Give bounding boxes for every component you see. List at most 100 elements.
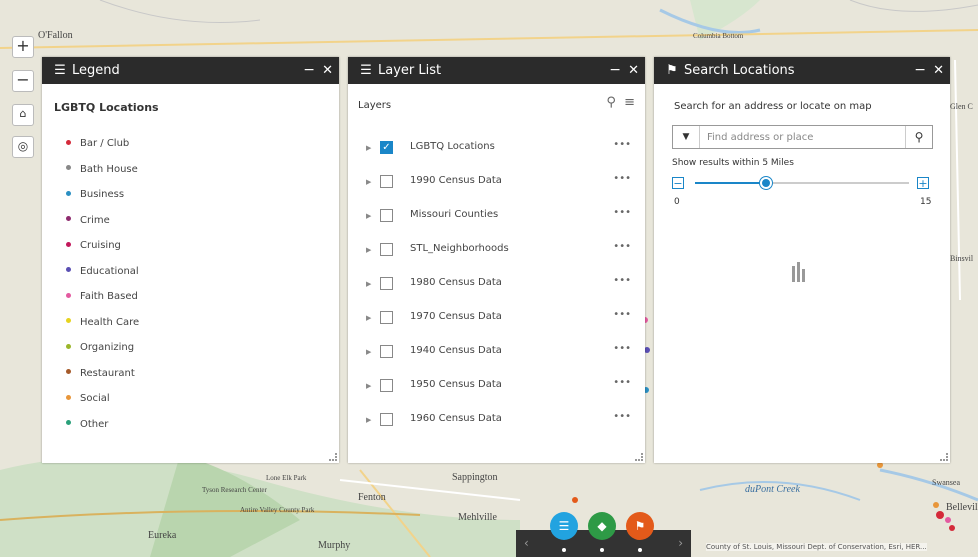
legend-swatch — [66, 165, 71, 170]
layer-row: ▶ Missouri Counties ••• — [348, 201, 645, 235]
legend-item: Organizing — [66, 341, 134, 355]
dock-indicator — [638, 548, 642, 552]
legend-swatch — [66, 241, 71, 247]
resize-handle[interactable] — [940, 453, 948, 461]
expand-icon[interactable]: ▶ — [366, 314, 371, 322]
slider-fill — [695, 182, 767, 184]
layer-row: ▶ 1980 Census Data ••• — [348, 269, 645, 303]
list-icon: ☰ — [558, 519, 570, 533]
slider-max-label: 15 — [920, 197, 932, 207]
layer-visibility-checkbox[interactable] — [380, 175, 393, 188]
search-button[interactable]: ⚲ — [905, 126, 932, 148]
resize-handle[interactable] — [329, 453, 337, 461]
expand-icon[interactable]: ▶ — [366, 280, 371, 288]
layer-visibility-checkbox[interactable] — [380, 277, 393, 290]
map-label: O'Fallon — [38, 30, 73, 41]
layer-options-button[interactable]: ••• — [613, 139, 631, 150]
legend-layer-title: LGBTQ Locations — [54, 101, 159, 114]
legend-panel-header[interactable]: ☰ Legend − ✕ — [42, 57, 339, 84]
location-icon: ⚑ — [666, 63, 678, 78]
resize-handle[interactable] — [635, 453, 643, 461]
layer-visibility-checkbox[interactable] — [380, 379, 393, 392]
layer-row: ▶ 1950 Census Data ••• — [348, 371, 645, 405]
map-label: Swansea — [932, 478, 960, 487]
minimize-button[interactable]: − — [609, 57, 621, 84]
layer-visibility-checkbox[interactable] — [380, 345, 393, 358]
legend-item-label: Business — [80, 189, 125, 200]
layer-visibility-checkbox[interactable] — [380, 243, 393, 256]
layer-options-button[interactable]: ••• — [613, 173, 631, 184]
location-icon: ⚑ — [634, 519, 646, 533]
search-panel-header[interactable]: ⚑ Search Locations − ✕ — [654, 57, 950, 84]
legend-swatch — [66, 318, 71, 323]
legend-item-label: Faith Based — [80, 291, 138, 302]
layer-list-panel-header[interactable]: ☰ Layer List − ✕ — [348, 57, 645, 84]
layer-visibility-checkbox[interactable]: ✓ — [380, 141, 393, 154]
layers-icon: ◆ — [597, 519, 607, 533]
home-button[interactable]: ⌂ — [12, 104, 34, 126]
expand-icon[interactable]: ▶ — [366, 382, 371, 390]
layer-options-button[interactable]: ••• — [613, 207, 631, 218]
map-label: Antire Valley County Park — [240, 506, 315, 514]
source-dropdown[interactable]: ▼ — [673, 126, 700, 148]
layer-visibility-checkbox[interactable] — [380, 413, 393, 426]
legend-item-label: Crime — [80, 214, 110, 226]
expand-icon[interactable]: ▶ — [366, 348, 371, 356]
layer-options-button[interactable]: ••• — [613, 275, 631, 286]
legend-item: Business — [66, 188, 124, 202]
legend-item: Educational — [66, 265, 139, 279]
slider-thumb[interactable] — [760, 177, 773, 189]
distance-increase-button[interactable]: + — [917, 177, 929, 189]
expand-icon[interactable]: ▶ — [366, 144, 371, 152]
search-icon: ⚲ — [914, 130, 924, 144]
zoom-out-button[interactable]: − — [12, 70, 34, 92]
legend-item-label: Restaurant — [80, 367, 135, 379]
minimize-button[interactable]: − — [303, 57, 315, 84]
expand-icon[interactable]: ▶ — [366, 416, 371, 424]
expand-icon[interactable]: ▶ — [366, 212, 371, 220]
dock-prev-button[interactable]: ‹ — [524, 530, 529, 557]
map-label: Tyson Research Center — [202, 486, 267, 494]
layer-visibility-checkbox[interactable] — [380, 311, 393, 324]
close-button[interactable]: ✕ — [628, 57, 639, 84]
loading-icon — [792, 262, 807, 282]
legend-widget-button[interactable]: ☰ — [550, 512, 578, 540]
list-icon: ☰ — [54, 63, 66, 78]
search-icon[interactable]: ⚲ — [606, 95, 616, 110]
legend-swatch — [66, 190, 71, 196]
dock-next-button[interactable]: › — [678, 530, 683, 557]
layer-name: 1950 Census Data — [410, 379, 502, 390]
locate-button[interactable]: ◎ — [12, 136, 34, 158]
expand-icon[interactable]: ▶ — [366, 178, 371, 186]
close-button[interactable]: ✕ — [933, 57, 944, 84]
search-input[interactable] — [707, 128, 887, 146]
layer-name: 1960 Census Data — [410, 413, 502, 424]
legend-swatch — [66, 394, 71, 400]
legend-item: Bar / Club — [66, 137, 129, 151]
layer-options-button[interactable]: ••• — [613, 343, 631, 354]
legend-item-label: Cruising — [80, 240, 121, 251]
legend-item-label: Organizing — [80, 342, 135, 353]
expand-icon[interactable]: ▶ — [366, 246, 371, 254]
map-label: Glen C — [950, 102, 973, 111]
search-widget-button[interactable]: ⚑ — [626, 512, 654, 540]
distance-slider[interactable] — [695, 177, 909, 189]
minimize-button[interactable]: − — [914, 57, 926, 84]
layer-options-button[interactable]: ••• — [613, 309, 631, 320]
map-label: Lone Elk Park — [266, 474, 307, 482]
distance-decrease-button[interactable]: − — [672, 177, 684, 189]
map-label: Fenton — [358, 492, 386, 503]
layer-list-widget-button[interactable]: ◆ — [588, 512, 616, 540]
layer-options-button[interactable]: ••• — [613, 411, 631, 422]
map-label: Eureka — [148, 530, 177, 541]
close-button[interactable]: ✕ — [322, 57, 333, 84]
zoom-in-button[interactable]: + — [12, 36, 34, 58]
slider-min-label: 0 — [674, 197, 680, 207]
layer-row: ▶ 1970 Census Data ••• — [348, 303, 645, 337]
layer-visibility-checkbox[interactable] — [380, 209, 393, 222]
locate-icon: ◎ — [17, 139, 29, 153]
layer-options-button[interactable]: ••• — [613, 377, 631, 388]
layer-options-button[interactable]: ••• — [613, 241, 631, 252]
filter-icon[interactable]: ≡ — [624, 95, 635, 110]
legend-item: Bath House — [66, 163, 138, 177]
